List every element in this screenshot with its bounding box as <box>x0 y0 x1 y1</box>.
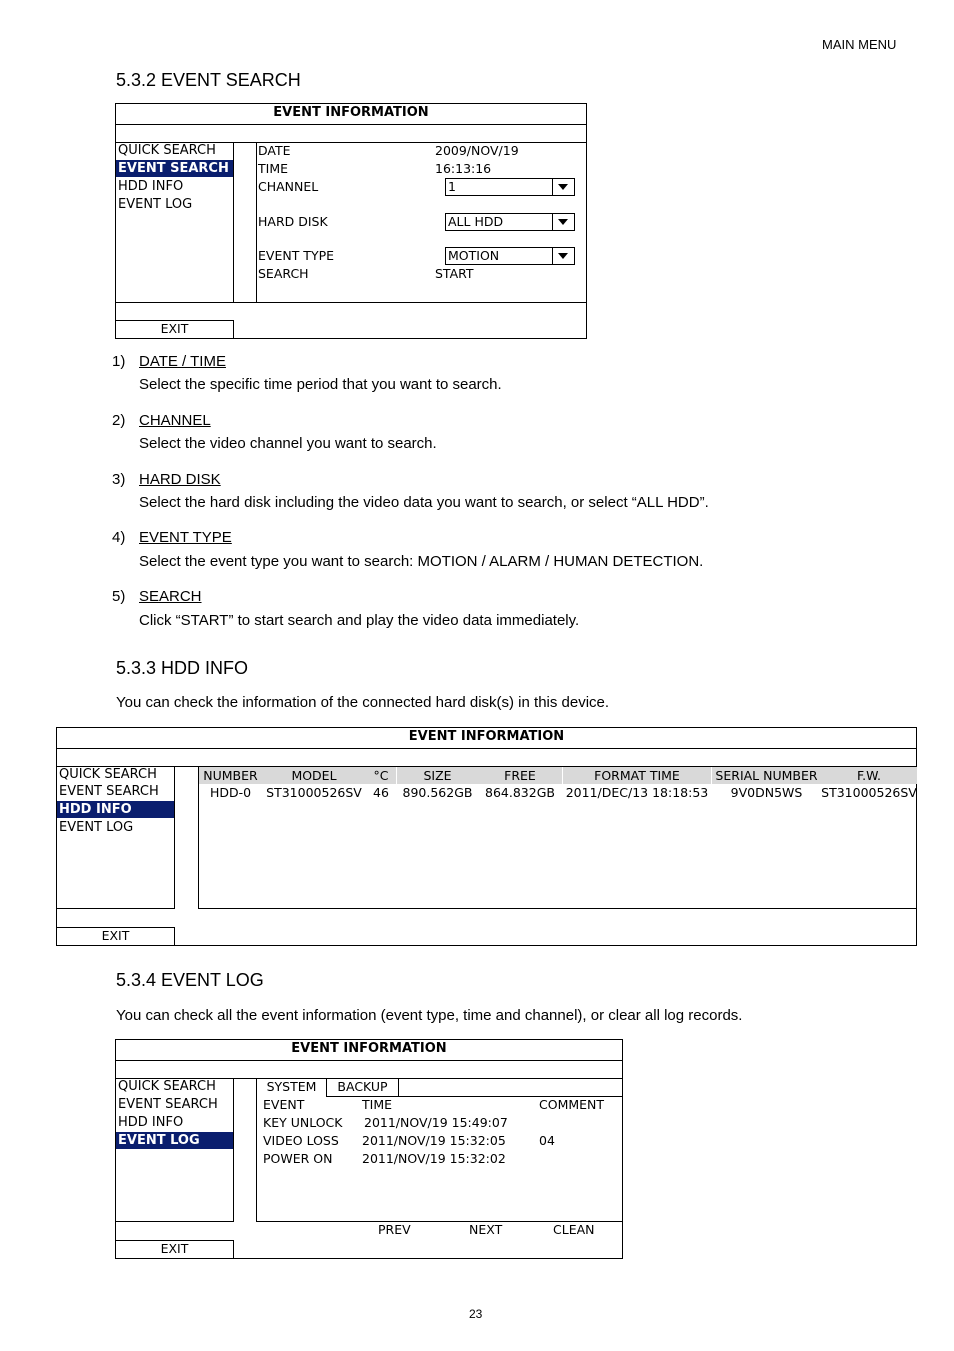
column-header-temperature: °C <box>366 767 396 784</box>
event-type-label: EVENT TYPE <box>258 248 335 263</box>
channel-label: CHANNEL <box>258 179 319 194</box>
clean-button[interactable]: CLEAN <box>553 1222 595 1237</box>
section-description: You can check all the event information … <box>116 1007 743 1024</box>
menu-item-hdd-info[interactable]: HDD INFO <box>57 801 174 818</box>
cell-model: ST31000526SV <box>266 785 362 800</box>
cell-fw: ST31000526SV <box>821 785 917 800</box>
column-header-serial-number: SERIAL NUMBER <box>712 767 821 784</box>
item-number: 2) <box>112 412 126 429</box>
column-header-number: NUMBER <box>199 767 262 784</box>
channel-dropdown[interactable]: 1 <box>445 178 575 196</box>
item-number: 4) <box>112 529 126 546</box>
menu-item-quick-search[interactable]: QUICK SEARCH <box>57 766 174 783</box>
menu-item-event-search[interactable]: EVENT SEARCH <box>116 160 233 177</box>
log-event: VIDEO LOSS <box>263 1133 339 1148</box>
panel-title: EVENT INFORMATION <box>408 729 565 744</box>
item-description: Click “START” to start search and play t… <box>139 612 580 629</box>
column-header-format-time: FORMAT TIME <box>563 767 711 784</box>
menu-item-quick-search[interactable]: QUICK SEARCH <box>116 142 233 159</box>
log-comment: 04 <box>539 1133 555 1148</box>
cell-temperature: 46 <box>373 785 389 800</box>
column-header-model: MODEL <box>262 767 366 784</box>
menu-item-event-log[interactable]: EVENT LOG <box>116 196 233 213</box>
column-header-size: SIZE <box>397 767 478 784</box>
log-event: KEY UNLOCK <box>263 1115 343 1130</box>
time-label: TIME <box>258 161 289 176</box>
menu-item-quick-search[interactable]: QUICK SEARCH <box>116 1078 233 1095</box>
menu-item-event-search[interactable]: EVENT SEARCH <box>57 783 174 800</box>
page-header: MAIN MENU <box>822 37 897 52</box>
item-description: Select the hard disk including the video… <box>139 494 709 511</box>
panel-title: EVENT INFORMATION <box>273 105 429 120</box>
item-number: 3) <box>112 471 126 488</box>
item-number: 5) <box>112 588 126 605</box>
prev-button[interactable]: PREV <box>378 1222 411 1237</box>
menu-item-hdd-info[interactable]: HDD INFO <box>116 178 233 195</box>
log-time: 2011/NOV/19 15:32:05 <box>362 1133 506 1148</box>
log-time: 2011/NOV/19 15:49:07 <box>364 1115 508 1130</box>
item-title: HARD DISK <box>139 471 221 488</box>
menu-item-event-log[interactable]: EVENT LOG <box>57 819 174 836</box>
hdd-table: NUMBER MODEL °C SIZE FREE FORMAT TIME SE… <box>198 766 917 909</box>
tab-system[interactable]: SYSTEM <box>257 1079 326 1094</box>
section-title-hdd-info: 5.3.3 HDD INFO <box>116 658 249 678</box>
cell-serial-number: 9V0DN5WS <box>730 785 803 800</box>
chevron-down-icon[interactable] <box>552 179 574 195</box>
tab-separator <box>398 1078 399 1097</box>
item-description: Select the specific time period that you… <box>139 376 502 393</box>
cell-number: HDD-0 <box>209 785 252 800</box>
hard-disk-label: HARD DISK <box>258 214 328 229</box>
hard-disk-dropdown[interactable]: ALL HDD <box>445 213 575 231</box>
divider <box>115 124 587 125</box>
column-header-event: EVENT <box>263 1097 305 1112</box>
search-label: SEARCH <box>258 266 309 281</box>
date-label: DATE <box>258 143 291 158</box>
cell-free: 864.832GB <box>485 785 555 800</box>
menu-item-event-search[interactable]: EVENT SEARCH <box>116 1096 233 1113</box>
exit-button[interactable]: EXIT <box>115 320 234 339</box>
next-button[interactable]: NEXT <box>469 1222 502 1237</box>
log-event: POWER ON <box>263 1151 333 1166</box>
section-title-event-search: 5.3.2 EVENT SEARCH <box>116 70 301 90</box>
item-title: EVENT TYPE <box>139 529 232 546</box>
column-header-time: TIME <box>362 1097 393 1112</box>
item-title: DATE / TIME <box>139 353 226 370</box>
cell-size: 890.562GB <box>402 785 473 800</box>
divider <box>115 302 587 303</box>
chevron-down-icon[interactable] <box>552 214 574 230</box>
item-description: Select the event type you want to search… <box>139 553 704 570</box>
time-value[interactable]: 16:13:16 <box>435 161 491 176</box>
divider <box>115 1060 623 1061</box>
item-title: SEARCH <box>139 588 202 605</box>
start-button[interactable]: START <box>435 266 474 281</box>
column-header-free: FREE <box>478 767 562 784</box>
date-value[interactable]: 2009/NOV/19 <box>435 143 519 158</box>
tab-backup[interactable]: BACKUP <box>327 1079 398 1094</box>
exit-button[interactable]: EXIT <box>56 927 175 946</box>
item-number: 1) <box>112 353 126 370</box>
event-type-value: MOTION <box>448 248 500 263</box>
hard-disk-value: ALL HDD <box>448 214 504 229</box>
panel-title: EVENT INFORMATION <box>291 1041 447 1056</box>
column-header-comment: COMMENT <box>539 1097 605 1112</box>
item-description: Select the video channel you want to sea… <box>139 435 437 452</box>
log-time: 2011/NOV/19 15:32:02 <box>362 1151 506 1166</box>
item-title: CHANNEL <box>139 412 211 429</box>
section-description: You can check the information of the con… <box>116 694 610 711</box>
section-title-event-log: 5.3.4 EVENT LOG <box>116 970 264 990</box>
cell-format-time: 2011/DEC/13 18:18:53 <box>565 785 709 800</box>
menu-item-event-log[interactable]: EVENT LOG <box>116 1132 233 1149</box>
menu-item-hdd-info[interactable]: HDD INFO <box>116 1114 233 1131</box>
chevron-down-icon[interactable] <box>552 248 574 264</box>
page-number: 23 <box>469 1307 483 1321</box>
divider <box>56 748 917 749</box>
column-header-fw: F.W. <box>821 767 917 784</box>
event-type-dropdown[interactable]: MOTION <box>445 247 575 265</box>
channel-value: 1 <box>448 179 456 194</box>
exit-button[interactable]: EXIT <box>115 1240 234 1259</box>
